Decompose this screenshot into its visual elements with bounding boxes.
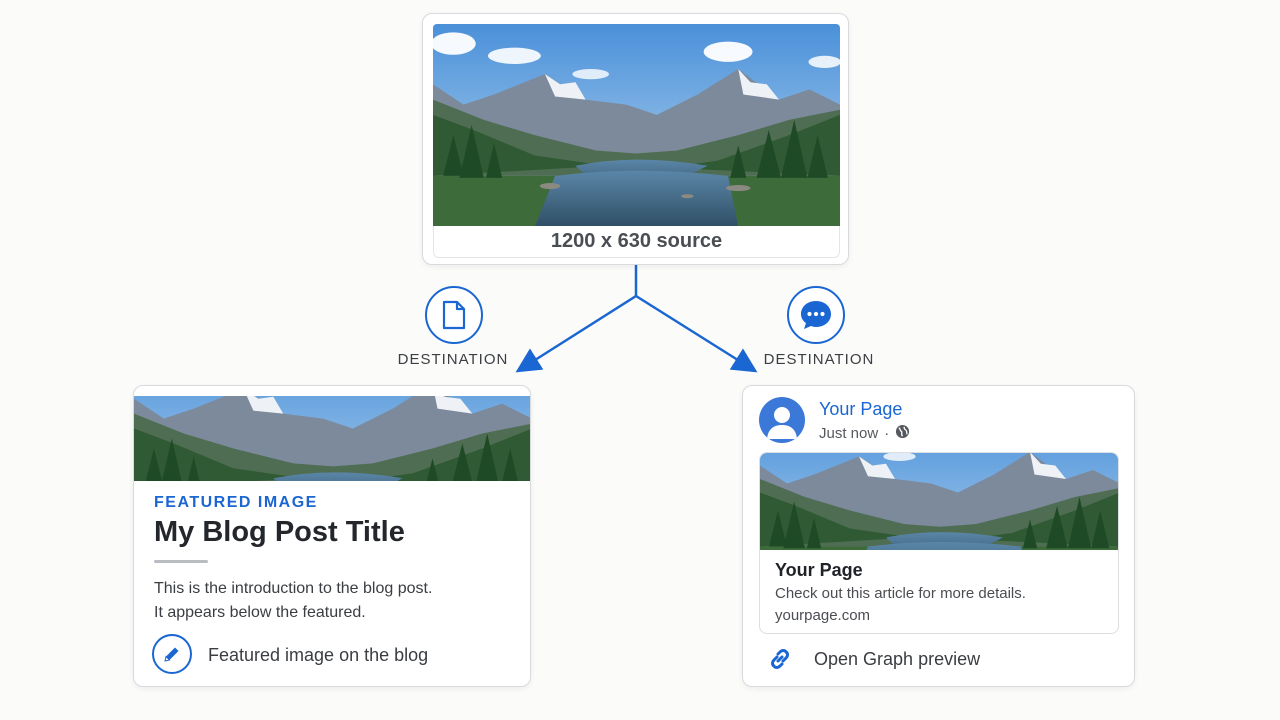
blog-intro: This is the introduction to the blog pos… — [154, 577, 432, 625]
blog-footer-label: Featured image on the blog — [208, 645, 429, 665]
blog-intro-line-1: This is the introduction to the blog pos… — [154, 580, 433, 597]
blog-kicker: FEATURED IMAGE — [154, 494, 318, 511]
preview-title: Your Page — [775, 560, 863, 580]
social-post-card: Your Page Just now · Your Page Check out… — [742, 385, 1135, 687]
preview-description: Check out this article for more details. — [775, 585, 1026, 602]
preview-image — [760, 453, 1119, 550]
title-divider — [154, 560, 208, 563]
destination-label-left: DESTINATION — [397, 351, 509, 368]
link-preview[interactable]: Your Page Check out this article for mor… — [759, 452, 1119, 634]
blog-featured-image — [134, 396, 531, 481]
arrow-to-blog — [515, 294, 637, 373]
pencil-icon — [152, 634, 192, 674]
blog-post-card: FEATURED IMAGE My Blog Post Title This i… — [133, 385, 531, 687]
post-meta: Just now · — [819, 424, 910, 443]
document-icon — [425, 286, 483, 344]
og-preview-label: Open Graph preview — [814, 649, 981, 669]
source-caption: 1200 x 630 source — [433, 226, 840, 258]
page-name[interactable]: Your Page — [819, 399, 902, 420]
avatar — [759, 397, 805, 443]
arrow-to-social — [635, 294, 758, 373]
blog-title: My Blog Post Title — [154, 516, 405, 548]
blog-intro-line-2: It appears below the featured. — [154, 604, 366, 621]
link-icon — [765, 644, 795, 674]
source-image-card: 1200 x 630 source — [422, 13, 849, 265]
globe-icon — [895, 424, 910, 443]
destination-label-right: DESTINATION — [763, 351, 875, 368]
chat-bubble-icon — [787, 286, 845, 344]
timestamp: Just now — [819, 425, 879, 442]
preview-domain: yourpage.com — [775, 607, 871, 624]
source-landscape-image — [433, 24, 840, 226]
meta-separator: · — [884, 425, 890, 442]
